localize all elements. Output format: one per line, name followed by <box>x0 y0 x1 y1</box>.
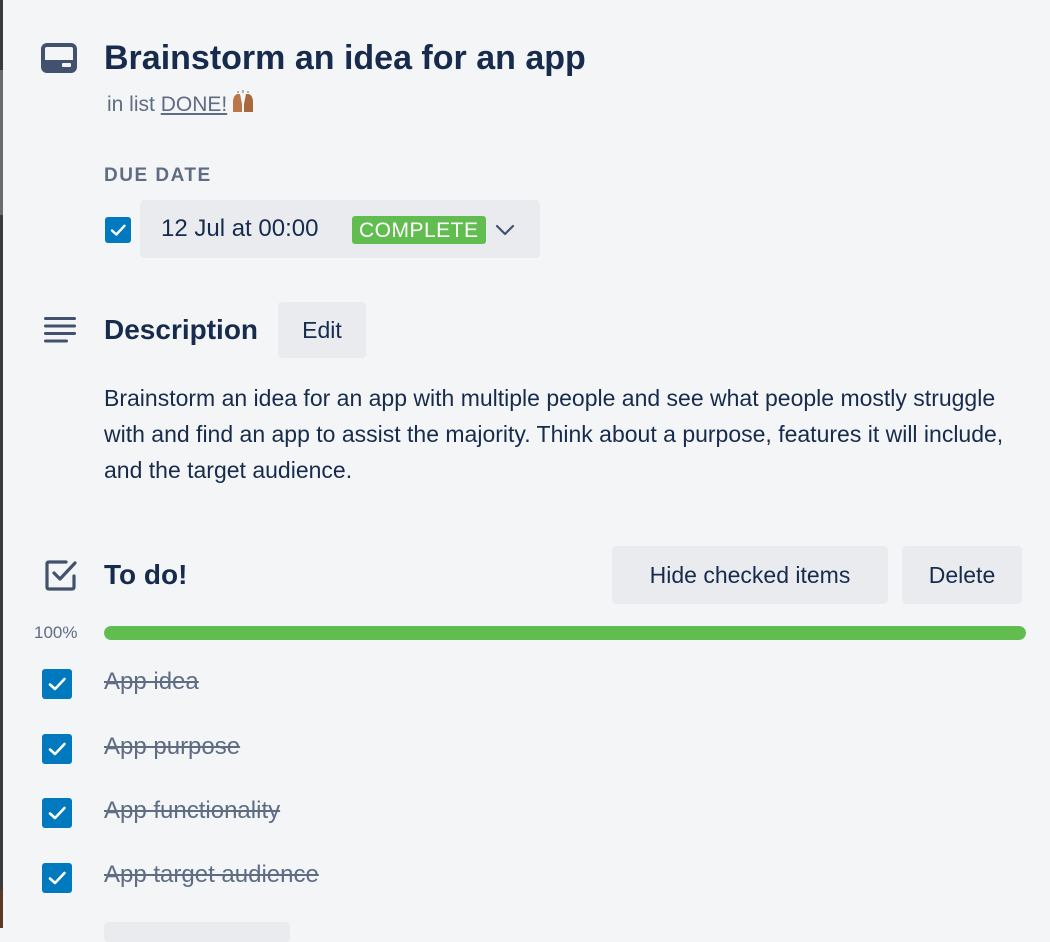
in-list-prefix: in list <box>107 93 155 116</box>
description-icon <box>44 317 76 343</box>
checklist-item-checkbox[interactable] <box>42 734 72 764</box>
description-text[interactable]: Brainstorm an idea for an app with multi… <box>104 380 1004 488</box>
add-item-button[interactable] <box>104 922 290 942</box>
due-date-label: DUE DATE <box>104 165 212 186</box>
description-heading: Description <box>104 314 259 345</box>
progress-percent: 100% <box>34 623 78 642</box>
check-icon <box>48 742 66 756</box>
window-edge-highlight <box>0 70 3 215</box>
checklist-item-label[interactable]: App idea <box>104 667 199 697</box>
due-date-text: 12 Jul at 00:00 <box>161 215 319 242</box>
checklist-title[interactable]: To do! <box>104 558 187 592</box>
window-edge-bottom <box>0 890 3 928</box>
due-date-checkbox[interactable] <box>105 217 131 243</box>
checklist-item-label[interactable]: App purpose <box>104 732 240 762</box>
in-list-line: in list DONE! <box>107 90 256 119</box>
chevron-down-icon[interactable] <box>494 221 516 239</box>
check-icon <box>110 224 126 236</box>
delete-checklist-button[interactable]: Delete <box>902 546 1022 604</box>
window-edge <box>0 0 3 928</box>
checklist-icon <box>45 560 77 591</box>
checklist-item-checkbox[interactable] <box>42 863 72 893</box>
progress-bar-fill <box>104 626 1026 640</box>
check-icon <box>48 871 66 885</box>
edit-description-button[interactable]: Edit <box>278 302 366 358</box>
complete-badge: COMPLETE <box>352 216 486 244</box>
raised-hands-emoji <box>233 90 254 112</box>
checklist-item-label[interactable]: App functionality <box>104 796 280 826</box>
checklist-item-checkbox[interactable] <box>42 798 72 828</box>
checklist-item-checkbox[interactable] <box>42 669 72 699</box>
checklist-item-label[interactable]: App target audience <box>104 860 319 890</box>
check-icon <box>48 806 66 820</box>
hide-checked-items-button[interactable]: Hide checked items <box>612 546 888 604</box>
check-icon <box>48 677 66 691</box>
card-title[interactable]: Brainstorm an idea for an app <box>104 36 586 80</box>
list-name-text: DONE! <box>160 93 228 116</box>
list-name-link[interactable]: DONE! <box>160 90 257 116</box>
progress-bar <box>104 626 1026 640</box>
card-icon <box>41 43 77 73</box>
